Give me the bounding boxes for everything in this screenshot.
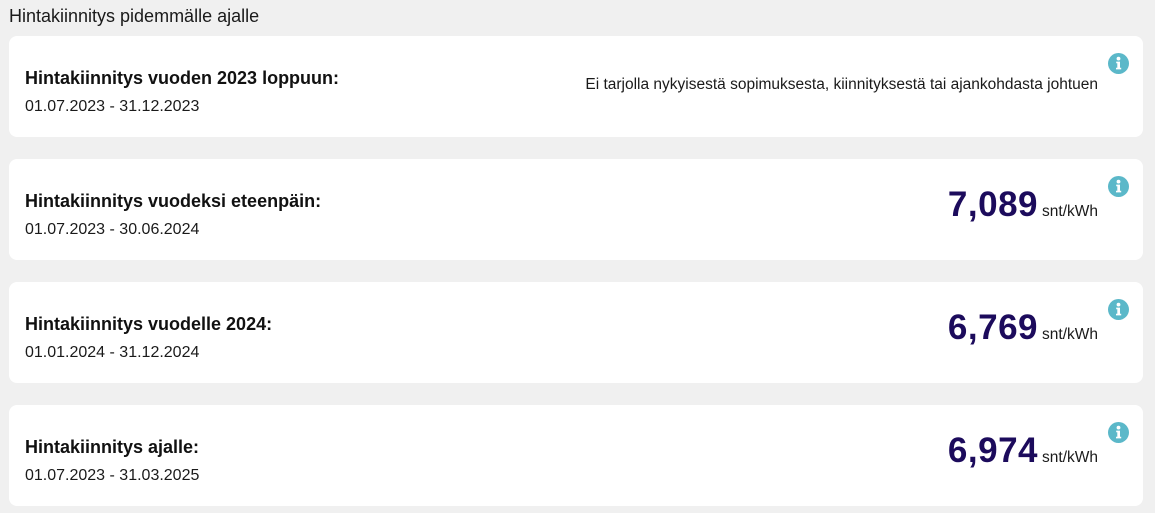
price: 6,974 snt/kWh bbox=[948, 431, 1098, 471]
card-dates: 01.07.2023 - 31.12.2023 bbox=[25, 98, 200, 115]
price-unit: snt/kWh bbox=[1042, 203, 1098, 220]
info-icon[interactable] bbox=[1108, 299, 1129, 320]
price-value: 7,089 bbox=[947, 185, 1039, 224]
unavailable-note: Ei tarjolla nykyisestä sopimuksesta, kii… bbox=[585, 76, 1098, 93]
info-icon[interactable] bbox=[1108, 53, 1129, 74]
card-dates: 01.01.2024 - 31.12.2024 bbox=[25, 344, 200, 361]
info-icon[interactable] bbox=[1108, 422, 1129, 443]
price-value: 6,769 bbox=[947, 308, 1039, 347]
section-title: Hintakiinnitys pidemmälle ajalle bbox=[9, 6, 260, 26]
price-lock-card-period: Hintakiinnitys ajalle: 01.07.2023 - 31.0… bbox=[9, 405, 1143, 506]
card-dates: 01.07.2023 - 30.06.2024 bbox=[25, 221, 200, 238]
price-lock-card-2023: Hintakiinnitys vuoden 2023 loppuun: 01.0… bbox=[9, 36, 1143, 137]
price: 6,769 snt/kWh bbox=[948, 308, 1098, 348]
price-value: 6,974 bbox=[947, 431, 1039, 470]
price-lock-card-year-forward: Hintakiinnitys vuodeksi eteenpäin: 01.07… bbox=[9, 159, 1143, 260]
info-icon[interactable] bbox=[1108, 176, 1129, 197]
price-unit: snt/kWh bbox=[1042, 326, 1098, 343]
price: 7,089 snt/kWh bbox=[948, 185, 1098, 225]
card-dates: 01.07.2023 - 31.03.2025 bbox=[25, 467, 200, 484]
card-title: Hintakiinnitys ajalle: bbox=[25, 437, 200, 457]
card-title: Hintakiinnitys vuodelle 2024: bbox=[25, 314, 273, 334]
price-lock-card-2024: Hintakiinnitys vuodelle 2024: 01.01.2024… bbox=[9, 282, 1143, 383]
price-unit: snt/kWh bbox=[1042, 449, 1098, 466]
card-title: Hintakiinnitys vuodeksi eteenpäin: bbox=[25, 191, 322, 211]
card-title: Hintakiinnitys vuoden 2023 loppuun: bbox=[25, 68, 340, 88]
